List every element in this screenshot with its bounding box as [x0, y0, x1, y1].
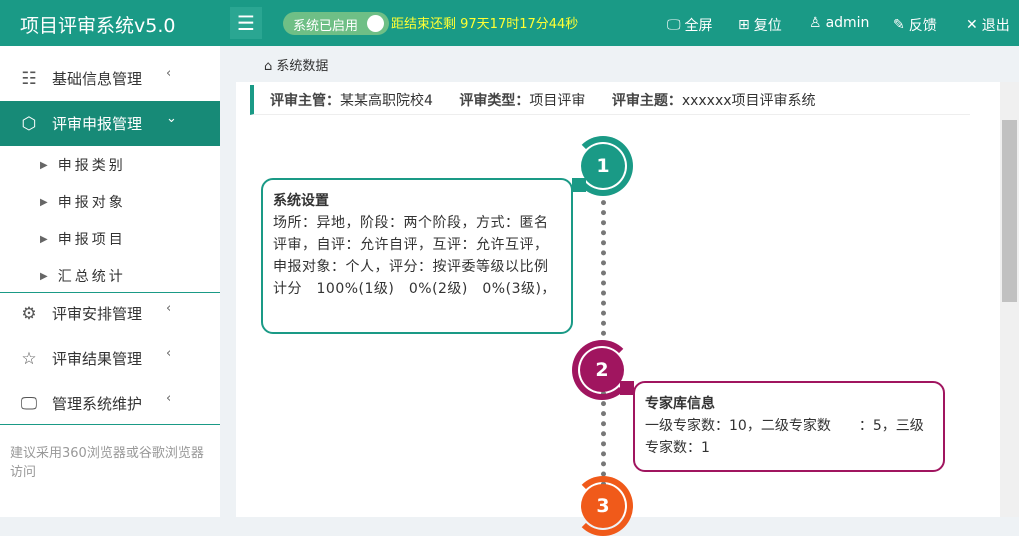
- logout-button[interactable]: ✕ 退出: [966, 15, 1010, 35]
- step-3-badge: 3: [581, 484, 625, 528]
- caret-right-icon: ▶: [40, 270, 48, 282]
- submenu-label: 申报对象: [57, 195, 126, 211]
- countdown-text: 距结束还剩 97天17时17分44秒: [391, 17, 579, 32]
- nav-label: 反馈: [908, 18, 937, 34]
- grid-icon: ⊞: [738, 17, 750, 33]
- browser-tip: 建议采用360浏览器或谷歌浏览器访问: [10, 446, 204, 480]
- caret-right-icon: ▶: [40, 196, 48, 208]
- divider: [0, 424, 220, 425]
- nav-label: 全屏: [684, 18, 713, 34]
- monitor-icon: 🖵: [20, 393, 38, 414]
- scrollbar[interactable]: [1000, 82, 1019, 517]
- step-1-badge: 1: [581, 144, 625, 188]
- type-label: 评审类型：: [459, 93, 530, 109]
- supervisor-label: 评审主管：: [270, 93, 340, 109]
- type-value: 项目评审: [529, 93, 586, 109]
- list-icon: ☷: [21, 68, 37, 89]
- submenu-label: 申报类别: [57, 158, 126, 174]
- theme-value: xxxxxx项目评审系统: [681, 93, 816, 109]
- home-icon: ⌂: [264, 59, 273, 74]
- feedback-icon: ✎: [893, 17, 905, 33]
- review-info-bar: 评审主管：某某高职院校4 评审类型：项目评审 评审主题：xxxxxx项目评审系统: [250, 85, 970, 115]
- breadcrumb-item[interactable]: 系统数据: [276, 59, 328, 74]
- chevron-down-icon: ⌄: [166, 111, 177, 126]
- sidebar-item-maintenance[interactable]: 🖵 管理系统维护 ‹: [0, 381, 220, 426]
- toggle-knob: [367, 15, 384, 32]
- user-menu[interactable]: ♙ admin: [809, 15, 869, 31]
- nav-label: 退出: [981, 18, 1010, 34]
- sidebar-item-declaration[interactable]: ⬡ 评审申报管理 ⌄: [0, 101, 220, 146]
- menu-toggle-button[interactable]: ☰: [230, 7, 262, 39]
- box-title: 系统设置: [273, 193, 329, 209]
- scrollbar-thumb[interactable]: [1002, 120, 1017, 302]
- toggle-label: 系统已启用: [293, 19, 359, 34]
- submenu-item-project[interactable]: ▶ 申报项目: [40, 229, 126, 249]
- star-icon: ☆: [21, 348, 37, 369]
- nav-label: 复位: [753, 18, 782, 34]
- submenu-label: 汇总统计: [57, 269, 126, 285]
- breadcrumb: ⌂ 系统数据: [264, 55, 328, 74]
- app-title: 项目评审系统v5.0: [20, 15, 176, 37]
- user-icon: ♙: [809, 15, 822, 31]
- step-2-badge: 2: [580, 348, 624, 392]
- monitor-icon: 🖵: [667, 17, 681, 33]
- theme-label: 评审主题：: [611, 93, 682, 109]
- submenu-item-category[interactable]: ▶ 申报类别: [40, 155, 126, 175]
- box-text: 场所：异地，阶段：两个阶段，方式：匿名评审，自评：允许自评，互评：允许互评，申报…: [273, 215, 556, 297]
- box-icon: ⬡: [21, 113, 37, 134]
- system-settings-box: 系统设置 场所：异地，阶段：两个阶段，方式：匿名评审，自评：允许自评，互评：允许…: [261, 178, 573, 334]
- caret-right-icon: ▶: [40, 233, 48, 245]
- feedback-button[interactable]: ✎ 反馈: [893, 15, 937, 35]
- sidebar-item-results[interactable]: ☆ 评审结果管理 ‹: [0, 336, 220, 381]
- submenu-item-summary[interactable]: ▶ 汇总统计: [40, 266, 126, 286]
- gear-icon: ⚙: [21, 303, 37, 324]
- sidebar-item-label: 管理系统维护: [52, 395, 143, 413]
- chevron-left-icon: ‹: [166, 301, 172, 316]
- chevron-left-icon: ‹: [166, 346, 172, 361]
- hamburger-icon: ☰: [237, 11, 255, 35]
- system-enabled-toggle[interactable]: 系统已启用: [283, 12, 389, 35]
- step-marker: [572, 178, 586, 192]
- step-marker: [620, 381, 634, 395]
- caret-right-icon: ▶: [40, 159, 48, 171]
- submenu-label: 申报项目: [57, 232, 126, 248]
- chevron-left-icon: ‹: [166, 66, 172, 81]
- close-icon: ✕: [966, 17, 978, 33]
- sidebar-item-label: 基础信息管理: [52, 70, 143, 88]
- sidebar-item-arrangement[interactable]: ⚙ 评审安排管理 ‹: [0, 291, 220, 336]
- top-header: 项目评审系统v5.0 ☰ 系统已启用 距结束还剩 97天17时17分44秒 🖵 全…: [0, 0, 1019, 46]
- expert-pool-box: 专家库信息 一级专家数：10，二级专家数 ：5，三级专家数：1: [633, 381, 945, 472]
- supervisor-value: 某某高职院校4: [340, 93, 433, 109]
- box-text: 一级专家数：10，二级专家数 ：5，三级专家数：1: [645, 418, 924, 456]
- submenu-item-target[interactable]: ▶ 申报对象: [40, 192, 126, 212]
- reset-button[interactable]: ⊞ 复位: [738, 15, 782, 35]
- fullscreen-button[interactable]: 🖵 全屏: [667, 15, 713, 35]
- nav-label: admin: [825, 15, 870, 31]
- sidebar-item-label: 评审安排管理: [52, 305, 143, 323]
- sidebar: ☷ 基础信息管理 ‹ ⬡ 评审申报管理 ⌄ ▶ 申报类别 ▶ 申报对象 ▶ 申报项目 ▶ 汇总统…: [0, 46, 220, 517]
- sidebar-item-label: 评审申报管理: [52, 115, 143, 133]
- box-title: 专家库信息: [645, 396, 715, 412]
- sidebar-item-basic-info[interactable]: ☷ 基础信息管理 ‹: [0, 56, 220, 101]
- chevron-left-icon: ‹: [166, 391, 172, 406]
- sidebar-item-label: 评审结果管理: [52, 350, 143, 368]
